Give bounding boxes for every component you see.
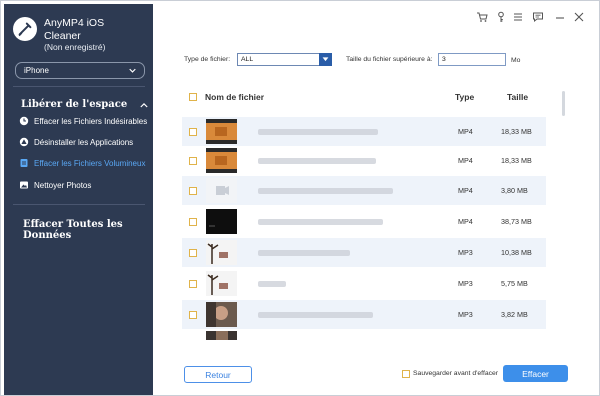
file-type-cell: MP3 <box>458 310 473 319</box>
section-erase-all-data[interactable]: Effacer Toutes les Données <box>23 219 153 241</box>
file-type-cell: MP4 <box>458 156 473 165</box>
apps-icon <box>19 137 29 147</box>
blurred-file-name <box>258 312 373 318</box>
app-logo-icon <box>13 17 37 41</box>
file-type-select[interactable]: ALL <box>237 53 332 66</box>
back-button[interactable]: Retour <box>184 366 252 383</box>
table-row[interactable]: MP4 3,80 MB <box>182 176 546 205</box>
sidebar: AnyMP4 iOS Cleaner (Non enregistré) iPho… <box>4 4 153 395</box>
clock-icon <box>19 116 29 126</box>
device-select-value: iPhone <box>24 66 49 75</box>
audio-thumbnail <box>206 240 237 265</box>
file-type-cell: MP4 <box>458 217 473 226</box>
app-title: AnyMP4 iOS Cleaner <box>44 17 104 43</box>
file-size-cell: 5,75 MB <box>501 279 528 288</box>
blurred-file-name <box>258 219 383 225</box>
video-thumbnail <box>206 178 237 203</box>
registration-status: (Non enregistré) <box>44 42 106 52</box>
file-size-unit: Mo <box>511 57 521 64</box>
video-thumbnail <box>206 148 237 173</box>
file-type-cell: MP3 <box>458 248 473 257</box>
table-row[interactable]: MP3 3,82 MB <box>182 300 546 329</box>
file-size-input[interactable]: 3 <box>438 53 506 66</box>
dropdown-arrow-icon[interactable] <box>319 53 332 66</box>
blurred-file-name <box>258 129 378 135</box>
file-type-label: Type de fichier: <box>184 56 231 63</box>
blurred-file-name <box>258 158 376 164</box>
sidebar-item-junk-files[interactable]: Effacer les Fichiers Indésirables <box>19 114 147 128</box>
row-checkbox[interactable] <box>189 157 197 165</box>
file-type-cell: MP3 <box>458 279 473 288</box>
scrollbar[interactable] <box>562 91 565 116</box>
audio-thumbnail <box>206 271 237 296</box>
sidebar-item-label: Effacer les Fichiers Indésirables <box>34 116 148 126</box>
sidebar-item-large-files[interactable]: Effacer les Fichiers Volumineux <box>19 156 145 170</box>
backup-before-erase-label[interactable]: Sauvegarder avant d'effacer <box>413 370 498 377</box>
audio-thumbnail <box>206 302 237 327</box>
video-thumbnail <box>206 209 237 234</box>
file-type-value: ALL <box>241 56 254 63</box>
table-row[interactable]: MP4 18,33 MB <box>182 117 546 146</box>
select-all-checkbox[interactable] <box>189 93 197 101</box>
app-window: AnyMP4 iOS Cleaner (Non enregistré) iPho… <box>0 0 600 396</box>
table-row[interactable]: MP3 10,38 MB <box>182 238 546 267</box>
key-icon[interactable] <box>495 11 507 23</box>
table-row[interactable]: MP4 38,73 MB <box>182 207 546 236</box>
video-thumbnail <box>206 331 237 340</box>
table-row[interactable]: MP3 5,75 MB <box>182 269 546 298</box>
video-thumbnail <box>206 119 237 144</box>
row-checkbox[interactable] <box>189 218 197 226</box>
sidebar-divider <box>13 86 145 87</box>
device-select[interactable]: iPhone <box>15 62 145 79</box>
cart-icon[interactable] <box>476 11 488 23</box>
file-size-cell: 3,82 MB <box>501 310 528 319</box>
sidebar-item-clean-photos[interactable]: Nettoyer Photos <box>19 178 91 192</box>
row-checkbox[interactable] <box>189 311 197 319</box>
file-size-cell: 3,80 MB <box>501 186 528 195</box>
close-icon[interactable] <box>573 11 585 23</box>
file-size-label: Taille du fichier supérieure à: <box>346 56 433 63</box>
photo-icon <box>19 180 29 190</box>
blurred-file-name <box>258 281 286 287</box>
table-row[interactable]: MP4 18,33 MB <box>182 146 546 175</box>
file-size-cell: 18,33 MB <box>501 156 532 165</box>
column-header-size[interactable]: Taille <box>507 92 528 102</box>
file-size-cell: 10,38 MB <box>501 248 532 257</box>
menu-icon[interactable] <box>512 11 524 23</box>
file-size-cell: 18,33 MB <box>501 127 532 136</box>
feedback-icon[interactable] <box>532 11 544 23</box>
backup-before-erase-checkbox[interactable] <box>402 370 410 378</box>
row-checkbox[interactable] <box>189 280 197 288</box>
file-type-cell: MP4 <box>458 186 473 195</box>
section-free-space[interactable]: Libérer de l'espace <box>21 99 127 110</box>
erase-button[interactable]: Effacer <box>503 365 568 382</box>
app-title-line1: AnyMP4 iOS <box>44 17 105 29</box>
sidebar-divider <box>13 204 145 205</box>
column-header-name[interactable]: Nom de fichier <box>205 92 264 102</box>
file-type-cell: MP4 <box>458 127 473 136</box>
row-checkbox[interactable] <box>189 128 197 136</box>
sidebar-item-label: Désinstaller les Applications <box>34 137 134 147</box>
sidebar-item-label: Nettoyer Photos <box>34 180 92 190</box>
file-icon <box>19 158 29 168</box>
blurred-file-name <box>258 188 393 194</box>
file-size-cell: 38,73 MB <box>501 217 532 226</box>
sidebar-item-label: Effacer les Fichiers Volumineux <box>34 158 146 168</box>
blurred-file-name <box>258 250 350 256</box>
sidebar-item-uninstall-apps[interactable]: Désinstaller les Applications <box>19 135 133 149</box>
row-checkbox[interactable] <box>189 249 197 257</box>
row-checkbox[interactable] <box>189 187 197 195</box>
minimize-icon[interactable] <box>554 11 566 23</box>
chevron-down-icon <box>129 68 136 73</box>
column-header-type[interactable]: Type <box>455 92 474 102</box>
chevron-up-icon[interactable] <box>140 102 148 108</box>
